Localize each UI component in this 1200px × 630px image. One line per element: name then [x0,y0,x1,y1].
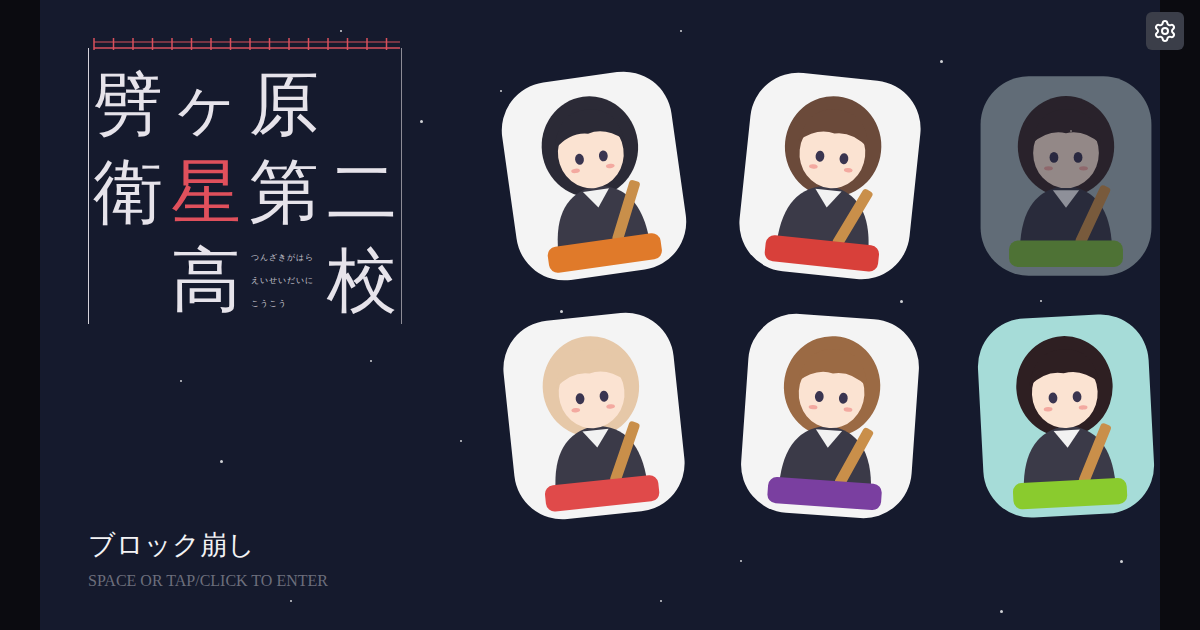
title-character: 星 [167,148,245,236]
title-furigana: つんざきがはらえいせいだいにこうこう [245,236,323,324]
title-character: 二 [323,148,401,236]
title-column: 劈ヶ原衛星第二高つんざきがはらえいせいだいにこうこう校ブロック崩し SPACE O… [88,36,458,590]
title-empty-cell [89,236,167,324]
sticker-illustration [956,301,1176,531]
sticker-grid [476,56,1184,536]
settings-button[interactable] [1146,12,1184,50]
sticker-illustration [484,301,704,531]
school-title: 劈ヶ原衛星第二高つんざきがはらえいせいだいにこうこう校 [88,48,402,324]
star [1040,300,1042,302]
star [560,310,563,313]
gear-icon [1153,19,1177,43]
enter-hint: SPACE OR TAP/CLICK TO ENTER [88,572,458,590]
sticker-illustration [720,301,940,531]
furigana-line: つんざきがはら [251,252,323,263]
top-bar [476,12,1184,56]
star [460,440,462,442]
title-character: 衛 [89,148,167,236]
sticker-illustration [956,61,1176,291]
furigana-line: こうこう [251,298,323,309]
star [180,380,182,382]
star [740,560,742,562]
star [680,30,682,32]
title-character: ヶ [167,60,245,148]
star [220,460,223,463]
star [370,360,372,362]
star [1120,560,1123,563]
title-character: 高 [167,236,245,324]
title-character: 劈 [89,60,167,148]
star [500,90,502,92]
ruler-decoration [88,36,400,52]
star [340,30,342,32]
sticker-column [476,12,1184,590]
sticker-illustration [484,61,704,291]
letterbox-right [1160,0,1200,630]
game-screen: 劈ヶ原衛星第二高つんざきがはらえいせいだいにこうこう校ブロック崩し SPACE O… [0,0,1200,630]
title-character: 原 [245,60,323,148]
star [420,120,423,123]
title-character: 校 [323,236,401,324]
star [1000,610,1003,613]
star [660,600,662,602]
game-name: ブロック崩し [88,527,458,562]
title-empty-cell [323,60,401,148]
letterbox-left [0,0,40,630]
title-stage[interactable]: 劈ヶ原衛星第二高つんざきがはらえいせいだいにこうこう校ブロック崩し SPACE O… [40,0,1160,630]
title-character: 第 [245,148,323,236]
sticker-illustration [720,61,940,291]
furigana-line: えいせいだいに [251,275,323,286]
star [940,60,943,63]
star [900,300,903,303]
star [290,600,292,602]
